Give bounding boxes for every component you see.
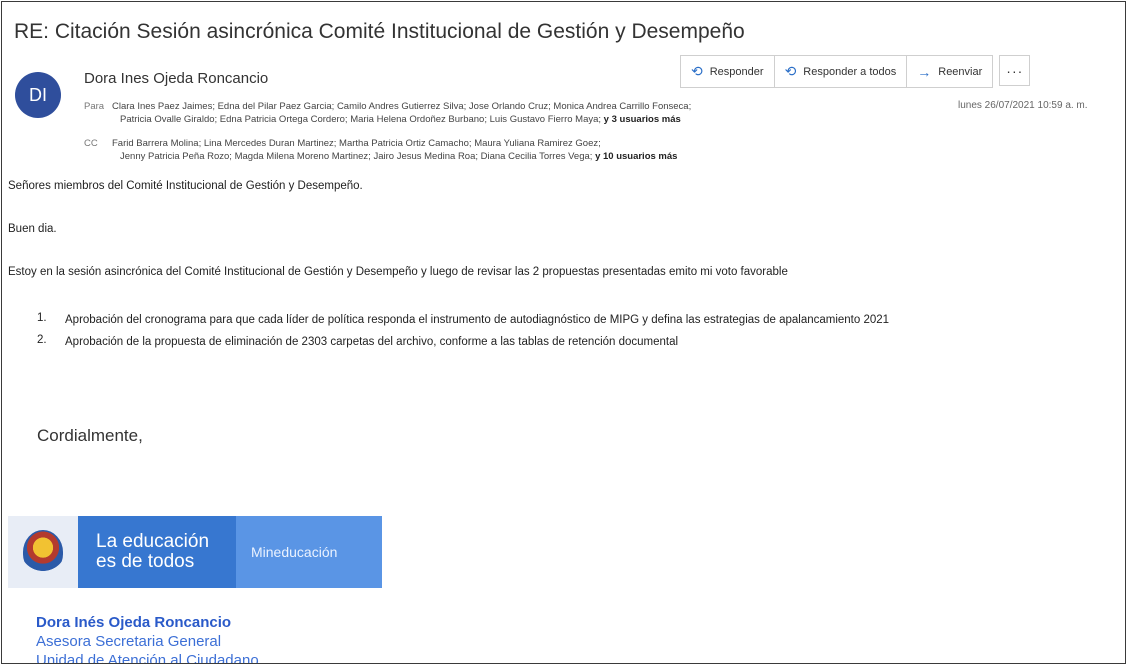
closing-text: Cordialmente, (37, 426, 143, 445)
hello-text: Buen dia. (8, 223, 57, 235)
more-icon: ··· (1006, 62, 1024, 79)
sender-avatar[interactable]: DI (15, 72, 61, 118)
to-label: Para (84, 101, 105, 112)
cc-label: CC (84, 138, 98, 149)
reply-all-icon: ⟲ (784, 63, 797, 79)
signature-role: Asesora Secretaria General (36, 633, 222, 650)
slogan-line-2: es de todos (96, 551, 195, 572)
cc-line-1[interactable]: Farid Barrera Molina; Lina Mercedes Dura… (112, 138, 601, 149)
ministry-banner: La educación es de todos Mineducación (8, 516, 382, 588)
to-recipients: Para Clara Ines Paez Jaimes; Edna del Pil… (84, 100, 691, 126)
reply-label: Responder (709, 65, 764, 78)
education-slogan: La educación es de todos (78, 516, 236, 588)
to-line-2[interactable]: Patricia Ovalle Giraldo; Edna Patricia O… (120, 114, 601, 125)
reply-all-button[interactable]: ⟲ Responder a todos (774, 56, 908, 87)
sender-name[interactable]: Dora Ines Ojeda Roncancio (84, 70, 268, 87)
forward-button[interactable]: → Reenviar (907, 56, 993, 87)
slogan-line-1: La educación (96, 531, 210, 552)
cc-recipients: CC Farid Barrera Molina; Lina Mercedes Du… (84, 137, 677, 163)
reply-button-group: ⟲ Responder ⟲ Responder a todos → Reenvi… (680, 55, 994, 88)
list-item-text: Aprobación del cronograma para que cada … (65, 314, 890, 326)
list-item: 1. Aprobación del cronograma para que ca… (37, 312, 1125, 328)
message-actions: ⟲ Responder ⟲ Responder a todos → Reenvi… (680, 55, 1031, 88)
to-line-1[interactable]: Clara Ines Paez Jaimes; Edna del Pilar P… (112, 101, 691, 112)
list-item-text: Aprobación de la propuesta de eliminació… (65, 336, 679, 348)
reply-icon: ⟲ (691, 63, 703, 79)
greeting-text: Señores miembros del Comité Instituciona… (8, 180, 363, 192)
proposal-list: 1. Aprobación del cronograma para que ca… (37, 312, 1125, 356)
more-actions-button[interactable]: ··· (999, 55, 1031, 86)
email-subject: RE: Citación Sesión asincrónica Comité I… (14, 20, 745, 43)
cc-more-link[interactable]: y 10 usuarios más (595, 151, 677, 162)
ministry-brand: Mineducación (236, 516, 382, 588)
cc-line-2[interactable]: Jenny Patricia Peña Rozo; Magda Milena M… (120, 151, 592, 162)
forward-label: Reenviar (938, 65, 983, 78)
signature-unit: Unidad de Atención al Ciudadano (36, 652, 259, 664)
reply-button[interactable]: ⟲ Responder (681, 56, 775, 87)
list-item-number: 1. (37, 312, 47, 324)
sent-date: lunes 26/07/2021 10:59 a. m. (958, 100, 1088, 111)
list-item: 2. Aprobación de la propuesta de elimina… (37, 334, 1125, 350)
body-paragraph: Estoy en la sesión asincrónica del Comit… (8, 266, 788, 278)
signature-name: Dora Inés Ojeda Roncancio (36, 614, 232, 631)
forward-icon: → (917, 63, 932, 80)
email-reading-pane: RE: Citación Sesión asincrónica Comité I… (1, 1, 1126, 664)
reply-all-label: Responder a todos (803, 65, 897, 78)
list-item-number: 2. (37, 334, 47, 346)
to-more-link[interactable]: y 3 usuarios más (604, 114, 681, 125)
coat-of-arms-icon (8, 516, 78, 588)
